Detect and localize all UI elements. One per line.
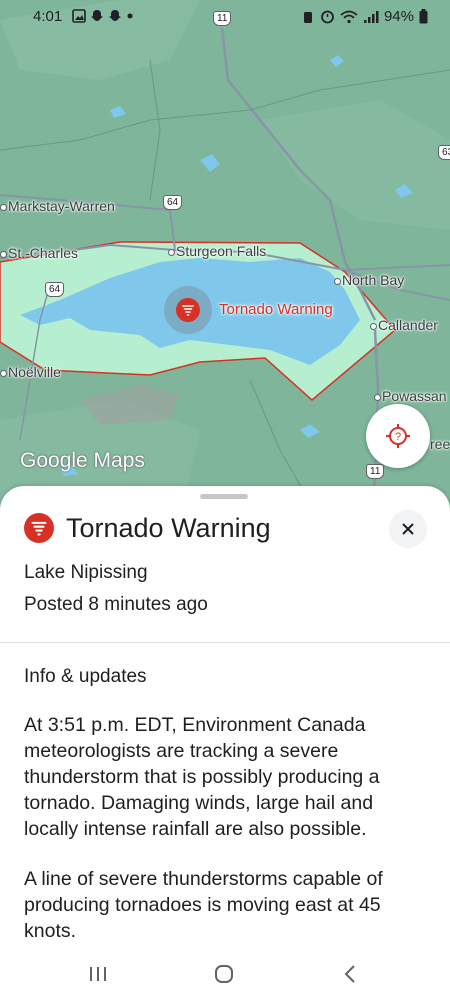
place-st-charles[interactable]: St.-Charles [0,245,78,261]
more-notifications-dot-icon [127,13,133,19]
notification-icons [72,9,134,23]
signal-icon [363,10,379,23]
place-noelville[interactable]: Noëlville [0,364,61,380]
alert-description: At 3:51 p.m. EDT, Environment Canada met… [24,714,380,840]
route-shield-64: 64 [163,195,183,210]
svg-text:?: ? [395,431,401,443]
alert-type-badge [24,513,54,543]
my-location-icon: ? [386,424,410,448]
home-button[interactable] [204,960,244,988]
section-divider [0,642,450,643]
route-shield-11-south: 11 [366,464,385,479]
alert-title: Tornado Warning [66,513,271,543]
map-warning-label[interactable]: Tornado Warning [219,301,333,318]
snapchat-icon [91,10,103,21]
gallery-icon [72,9,86,23]
alert-update: A line of severe thunderstorms capable o… [24,868,383,942]
my-location-button[interactable]: ? [366,404,430,468]
alert-posted-time: Posted 8 minutes ago [24,594,208,615]
place-powassan[interactable]: Powassan [374,388,447,404]
battery-icon [419,9,428,24]
battery-saver-icon [303,11,312,23]
place-callander[interactable]: Callander [370,317,438,333]
close-button[interactable] [389,510,427,548]
place-trout-creek[interactable]: ree [430,436,450,452]
system-icons: 94% [301,8,428,25]
info-updates-heading: Info & updates [24,666,147,687]
place-north-bay[interactable]: North Bay [334,272,404,288]
status-time: 4:01 [33,8,63,25]
close-icon [402,523,414,535]
route-shield-63: 63 [438,145,450,160]
snapchat-icon-2 [109,10,121,21]
battery-percent: 94% [383,8,414,25]
place-sturgeon-falls[interactable]: Sturgeon Falls [168,243,266,259]
system-navigation-bar [0,948,450,1000]
recents-icon [90,967,106,981]
drag-handle[interactable] [200,494,248,499]
status-bar: 4:01 94% [0,0,450,34]
tornado-icon [31,521,47,536]
route-shield-64-west: 64 [45,282,65,297]
recents-button[interactable] [78,960,118,988]
back-icon [344,965,355,983]
warning-marker[interactable] [176,298,200,322]
back-button[interactable] [330,960,370,988]
wifi-icon [340,10,358,23]
google-maps-logo: Google Maps [20,449,145,472]
tornado-icon [182,305,194,316]
place-markstay-warren[interactable]: Markstay-Warren [0,198,115,214]
home-icon [215,965,233,983]
alert-details-sheet[interactable]: Tornado Warning Lake Nipissing Posted 8 … [0,486,450,1000]
alarm-icon [321,10,334,24]
alert-location: Lake Nipissing [24,562,148,583]
map-view[interactable]: Markstay-Warren St.-Charles Sturgeon Fal… [0,0,450,520]
